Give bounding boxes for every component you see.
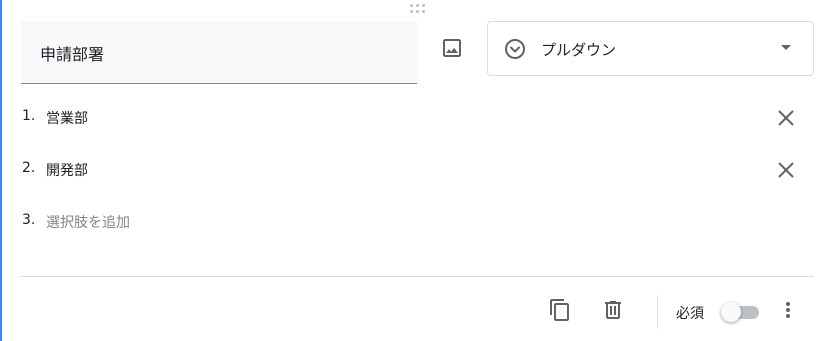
close-icon bbox=[778, 162, 794, 178]
add-option-input[interactable]: 選択肢を追加 bbox=[46, 212, 130, 232]
option-row: 1. 営業部 bbox=[22, 106, 812, 130]
duplicate-button[interactable] bbox=[548, 298, 572, 322]
image-icon bbox=[443, 39, 461, 57]
remove-option-button[interactable] bbox=[774, 158, 798, 182]
delete-button[interactable] bbox=[601, 298, 625, 322]
question-title-text: 申請部署 bbox=[40, 45, 105, 64]
close-icon bbox=[778, 110, 794, 126]
drag-handle-icon[interactable] bbox=[408, 3, 428, 15]
more-vert-icon bbox=[786, 302, 790, 318]
footer-separator bbox=[657, 295, 658, 329]
option-number: 1. bbox=[22, 108, 36, 124]
required-toggle[interactable] bbox=[721, 302, 761, 322]
option-label[interactable]: 開発部 bbox=[46, 160, 88, 180]
option-label[interactable]: 営業部 bbox=[46, 108, 88, 128]
footer-divider bbox=[21, 276, 814, 277]
toggle-thumb bbox=[721, 302, 741, 322]
more-options-button[interactable] bbox=[776, 298, 800, 322]
option-row: 2. 開発部 bbox=[22, 158, 812, 182]
card-focus-accent-bar bbox=[0, 0, 2, 341]
remove-option-button[interactable] bbox=[774, 106, 798, 130]
question-type-select[interactable]: プルダウン bbox=[487, 21, 814, 76]
question-type-label: プルダウン bbox=[541, 41, 617, 59]
required-label: 必須 bbox=[676, 306, 704, 322]
delete-icon bbox=[605, 301, 621, 319]
add-option-row: 3. 選択肢を追加 bbox=[22, 210, 812, 234]
option-number: 2. bbox=[22, 160, 36, 176]
caret-down-icon bbox=[781, 45, 791, 50]
copy-icon bbox=[550, 299, 569, 321]
option-number: 3. bbox=[22, 212, 36, 228]
add-image-button[interactable] bbox=[436, 32, 468, 64]
dropdown-circle-icon bbox=[505, 39, 525, 59]
question-title-field[interactable]: 申請部署 bbox=[21, 21, 417, 84]
